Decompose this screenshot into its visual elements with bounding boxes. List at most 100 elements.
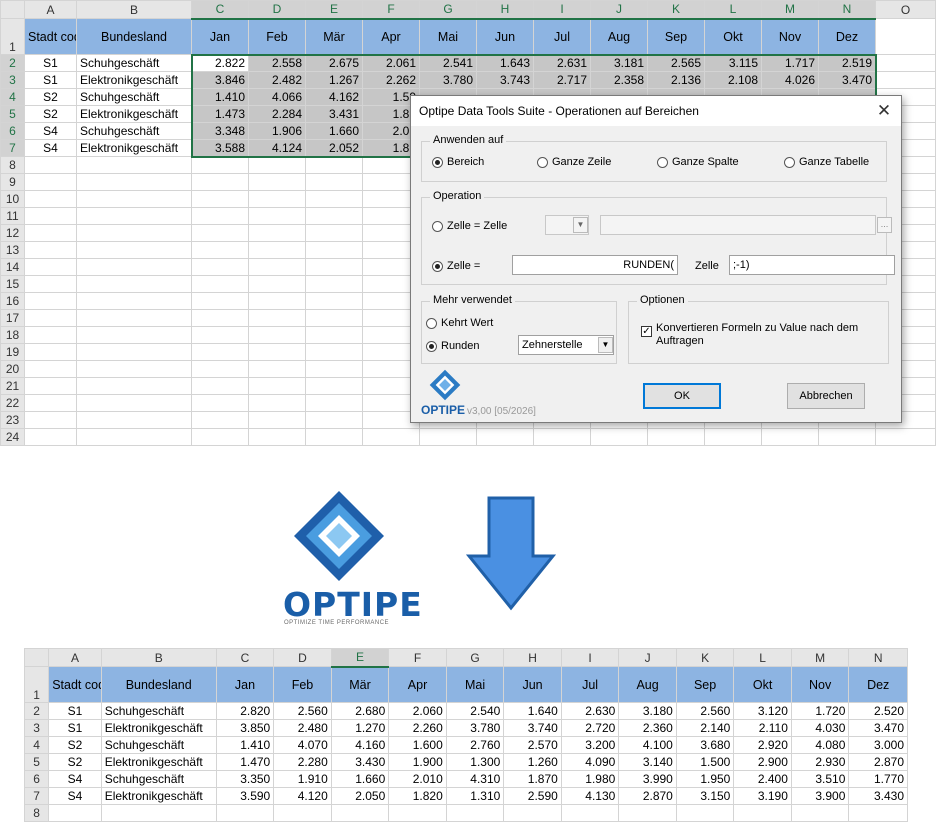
value-cell[interactable]: 3.181: [590, 54, 648, 72]
city-code-cell[interactable]: S4: [24, 139, 77, 157]
row-header[interactable]: 3: [0, 71, 25, 89]
column-header-c[interactable]: C: [191, 0, 249, 20]
cell-ref-field[interactable]: [600, 215, 876, 235]
empty-cell[interactable]: [248, 428, 306, 446]
state-cell[interactable]: Schuhgeschäft: [76, 54, 192, 72]
column-header-h[interactable]: H: [503, 648, 562, 667]
column-header-g[interactable]: G: [445, 648, 505, 667]
empty-cell[interactable]: [248, 377, 306, 395]
column-header-a[interactable]: A: [24, 0, 77, 19]
empty-cell[interactable]: [305, 394, 363, 412]
value-cell[interactable]: 3.680: [675, 736, 735, 754]
value-cell[interactable]: 2.820: [215, 702, 275, 720]
value-cell[interactable]: 2.280: [273, 753, 332, 771]
state-cell[interactable]: Schuhgeschäft: [100, 770, 217, 788]
header-cell[interactable]: Apr: [362, 18, 420, 55]
empty-cell[interactable]: [191, 258, 249, 276]
value-cell[interactable]: 1.770: [848, 770, 908, 788]
empty-cell[interactable]: [24, 326, 77, 344]
row-header[interactable]: 2: [0, 54, 25, 72]
value-cell[interactable]: 3.430: [848, 787, 908, 805]
empty-cell[interactable]: [76, 190, 192, 208]
row-header[interactable]: 9: [0, 173, 25, 191]
city-code-cell[interactable]: S4: [24, 122, 77, 140]
value-cell[interactable]: 3.470: [848, 719, 908, 737]
empty-cell[interactable]: [818, 428, 876, 446]
header-cell[interactable]: Sep: [647, 18, 705, 55]
empty-cell[interactable]: [191, 241, 249, 259]
empty-cell[interactable]: [76, 275, 192, 293]
value-cell[interactable]: 2.400: [733, 770, 792, 788]
chevron-down-icon[interactable]: ▼: [598, 337, 613, 353]
header-cell[interactable]: Bundesland: [76, 18, 192, 55]
value-cell[interactable]: 2.136: [647, 71, 705, 89]
row-header[interactable]: 4: [0, 88, 25, 106]
empty-cell[interactable]: [191, 326, 249, 344]
empty-cell[interactable]: [76, 258, 192, 276]
empty-cell[interactable]: [248, 326, 306, 344]
empty-cell[interactable]: [191, 156, 249, 174]
value-cell[interactable]: 1.980: [560, 770, 620, 788]
city-code-cell[interactable]: S1: [24, 71, 77, 89]
empty-cell[interactable]: [419, 428, 477, 446]
value-cell[interactable]: 1.717: [761, 54, 819, 72]
row-header[interactable]: 4: [23, 736, 50, 754]
state-cell[interactable]: Elektronikgeschäft: [100, 719, 217, 737]
value-cell[interactable]: 4.090: [560, 753, 620, 771]
column-header-m[interactable]: M: [790, 648, 850, 667]
empty-cell[interactable]: [305, 377, 363, 395]
empty-cell[interactable]: [704, 428, 762, 446]
value-cell[interactable]: 4.080: [790, 736, 850, 754]
header-cell[interactable]: Nov: [761, 18, 819, 55]
empty-cell[interactable]: [248, 241, 306, 259]
value-cell[interactable]: 3.190: [733, 787, 792, 805]
value-cell[interactable]: 3.431: [305, 105, 363, 123]
empty-cell[interactable]: [305, 190, 363, 208]
value-cell[interactable]: 1.500: [675, 753, 735, 771]
row-header[interactable]: 23: [0, 411, 25, 429]
value-cell[interactable]: 2.822: [191, 54, 249, 72]
value-cell[interactable]: 2.140: [675, 719, 735, 737]
empty-cell[interactable]: [733, 804, 792, 822]
empty-cell[interactable]: [24, 190, 77, 208]
chevron-down-icon[interactable]: ▼: [573, 217, 588, 233]
empty-cell[interactable]: [305, 411, 363, 429]
value-cell[interactable]: 2.284: [248, 105, 306, 123]
value-cell[interactable]: 2.052: [305, 139, 363, 157]
value-cell[interactable]: 1.950: [675, 770, 735, 788]
header-cell[interactable]: Stadt code: [24, 18, 77, 55]
row-header[interactable]: 3: [23, 719, 50, 737]
row-header[interactable]: 18: [0, 326, 25, 344]
value-cell[interactable]: 2.358: [590, 71, 648, 89]
value-cell[interactable]: 2.680: [330, 702, 390, 720]
header-cell[interactable]: Okt: [733, 666, 792, 703]
empty-cell[interactable]: [305, 326, 363, 344]
formula-suffix-field[interactable]: ;-1): [729, 255, 895, 275]
empty-cell[interactable]: [305, 343, 363, 361]
value-cell[interactable]: 3.510: [790, 770, 850, 788]
column-header-f[interactable]: F: [362, 0, 420, 20]
row-header[interactable]: 13: [0, 241, 25, 259]
empty-cell[interactable]: [76, 309, 192, 327]
empty-cell[interactable]: [76, 326, 192, 344]
empty-cell[interactable]: [24, 360, 77, 378]
empty-cell[interactable]: [445, 804, 505, 822]
value-cell[interactable]: 3.430: [330, 753, 390, 771]
empty-cell[interactable]: [191, 411, 249, 429]
value-cell[interactable]: 3.846: [191, 71, 249, 89]
value-cell[interactable]: 2.870: [618, 787, 677, 805]
header-cell[interactable]: Aug: [618, 666, 677, 703]
empty-cell[interactable]: [248, 207, 306, 225]
empty-cell[interactable]: [24, 224, 77, 242]
state-cell[interactable]: Schuhgeschäft: [100, 736, 217, 754]
empty-cell[interactable]: [191, 360, 249, 378]
value-cell[interactable]: 2.870: [848, 753, 908, 771]
value-cell[interactable]: 4.066: [248, 88, 306, 106]
column-header-m[interactable]: M: [761, 0, 819, 20]
column-header-f[interactable]: F: [388, 648, 447, 667]
value-cell[interactable]: 2.565: [647, 54, 705, 72]
value-cell[interactable]: 1.660: [330, 770, 390, 788]
value-cell[interactable]: 2.260: [388, 719, 447, 737]
city-code-cell[interactable]: S2: [48, 753, 102, 771]
empty-cell[interactable]: [191, 394, 249, 412]
